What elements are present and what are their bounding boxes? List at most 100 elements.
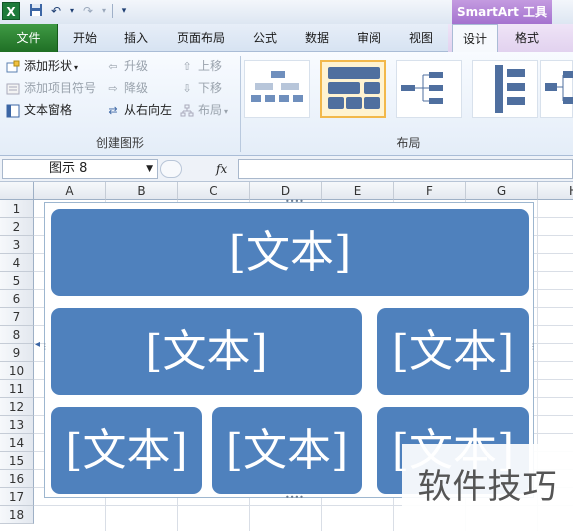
tab-review[interactable]: 审阅 <box>346 24 392 52</box>
tab-format[interactable]: 格式 <box>504 24 550 52</box>
row-header[interactable]: 9 <box>0 344 34 362</box>
row-header[interactable]: 11 <box>0 380 34 398</box>
promote-button[interactable]: ⇦ 升级 <box>106 56 148 76</box>
ribbon-tabs: 文件 开始 插入 页面布局 公式 数据 审阅 视图 设计 格式 <box>0 24 573 53</box>
text-pane-label: 文本窗格 <box>24 103 73 117</box>
resize-handle-bottom[interactable]: •••• <box>285 494 304 502</box>
add-bullet-button[interactable]: 添加项目符号 <box>6 78 96 98</box>
layout-thumbnail[interactable] <box>244 60 310 118</box>
layout-thumbnail[interactable] <box>472 60 538 118</box>
resize-handle-left[interactable]: ⋮ <box>41 343 49 351</box>
swap-icon: ⇄ <box>108 103 118 117</box>
text-pane-toggle-icon[interactable]: ◂ <box>35 340 40 350</box>
row-header[interactable]: 13 <box>0 416 34 434</box>
row-header[interactable]: 7 <box>0 308 34 326</box>
row-header[interactable]: 15 <box>0 452 34 470</box>
group-separator <box>240 56 241 152</box>
smartart-box-middle-left[interactable]: [文本] <box>51 308 362 395</box>
promote-label: 升级 <box>124 59 149 73</box>
layout-label: 布局 <box>198 103 223 117</box>
demote-label: 降级 <box>124 81 149 95</box>
tab-data[interactable]: 数据 <box>294 24 340 52</box>
formula-expand-handle[interactable] <box>160 160 182 178</box>
undo-icon[interactable]: ↶ <box>48 3 64 19</box>
customize-icon[interactable]: ▾ <box>116 3 132 19</box>
row-header[interactable]: 4 <box>0 254 34 272</box>
chevron-down-icon[interactable]: ▼ <box>146 160 153 178</box>
layout-thumbnail[interactable] <box>396 60 462 118</box>
row-header[interactable]: 16 <box>0 470 34 488</box>
row-header[interactable]: 1 <box>0 200 34 218</box>
text-pane-icon <box>6 104 20 118</box>
layout-button[interactable]: 布局 ▾ <box>180 100 228 120</box>
column-header[interactable]: C <box>178 182 250 200</box>
smartart-box-middle-right[interactable]: [文本] <box>377 308 529 395</box>
column-header[interactable]: H <box>538 182 573 200</box>
add-bullet-label: 添加项目符号 <box>24 81 97 95</box>
add-bullet-icon <box>6 82 20 96</box>
layout-thumbnail-selected[interactable] <box>320 60 386 118</box>
smartart-box-bottom-middle[interactable]: [文本] <box>212 407 362 494</box>
move-up-button[interactable]: ⇧ 上移 <box>180 56 222 76</box>
add-shape-icon <box>6 60 20 74</box>
undo-dropdown-icon[interactable]: ▾ <box>64 3 80 19</box>
column-header[interactable]: F <box>394 182 466 200</box>
qat-separator <box>112 4 113 18</box>
column-header[interactable]: G <box>466 182 538 200</box>
tab-formulas[interactable]: 公式 <box>242 24 288 52</box>
row-header[interactable]: 5 <box>0 272 34 290</box>
tab-home[interactable]: 开始 <box>62 24 108 52</box>
tab-insert[interactable]: 插入 <box>112 24 160 52</box>
text-pane-button[interactable]: 文本窗格 <box>6 100 72 120</box>
redo-dropdown-icon[interactable]: ▾ <box>96 3 112 19</box>
save-icon[interactable] <box>28 3 44 19</box>
resize-handle-right[interactable]: ⋮ <box>529 343 537 351</box>
tab-file[interactable]: 文件 <box>0 24 58 52</box>
formula-bar: 图示 8 ▼ fx <box>0 156 573 182</box>
layout-thumbnail[interactable] <box>540 60 573 118</box>
add-shape-button[interactable]: 添加形状 ▾ <box>6 56 78 76</box>
layouts-gallery <box>244 60 573 128</box>
chevron-down-icon: ▾ <box>74 63 79 72</box>
excel-logo[interactable]: X <box>2 2 20 20</box>
select-all-corner[interactable] <box>0 182 34 200</box>
chevron-down-icon: ▾ <box>224 107 229 116</box>
row-header[interactable]: 3 <box>0 236 34 254</box>
formula-input[interactable] <box>238 159 573 179</box>
smartart-box-bottom-left[interactable]: [文本] <box>51 407 202 494</box>
column-header[interactable]: E <box>322 182 394 200</box>
org-chart-icon <box>180 104 194 118</box>
add-shape-label: 添加形状 <box>24 59 73 73</box>
arrow-left-icon: ⇦ <box>108 59 118 73</box>
row-header[interactable]: 10 <box>0 362 34 380</box>
move-down-label: 下移 <box>198 81 223 95</box>
resize-handle-top[interactable]: •••• <box>285 198 304 206</box>
tab-view[interactable]: 视图 <box>398 24 444 52</box>
tab-page-layout[interactable]: 页面布局 <box>166 24 236 52</box>
redo-icon[interactable]: ↷ <box>80 3 96 19</box>
name-box-value: 图示 8 <box>49 161 88 176</box>
arrow-up-icon: ⇧ <box>182 59 192 73</box>
demote-button[interactable]: ⇨ 降级 <box>106 78 148 98</box>
row-header[interactable]: 18 <box>0 506 34 524</box>
fx-icon[interactable]: fx <box>216 159 227 179</box>
arrow-right-icon: ⇨ <box>108 81 118 95</box>
column-header[interactable]: A <box>34 182 106 200</box>
ribbon-body: 添加形状 ▾ 添加项目符号 文本窗格 ⇦ 升级 ⇨ 降级 ⇄ 从右向左 ⇧ 上移 ⇩ 下移 … <box>0 52 573 156</box>
row-header[interactable]: 12 <box>0 398 34 416</box>
row-header[interactable]: 17 <box>0 488 34 506</box>
row-header[interactable]: 6 <box>0 290 34 308</box>
tab-design[interactable]: 设计 <box>452 24 498 53</box>
row-header[interactable]: 2 <box>0 218 34 236</box>
watermark: 软件技巧 <box>402 444 573 531</box>
column-header[interactable]: B <box>106 182 178 200</box>
right-to-left-label: 从右向左 <box>124 103 173 117</box>
name-box[interactable]: 图示 8 ▼ <box>2 159 158 179</box>
smartart-box-top[interactable]: [文本] <box>51 209 529 296</box>
row-header[interactable]: 8 <box>0 326 34 344</box>
right-to-left-button[interactable]: ⇄ 从右向左 <box>106 100 172 120</box>
move-up-label: 上移 <box>198 59 223 73</box>
group-label-create-graphic: 创建图形 <box>95 136 144 150</box>
move-down-button[interactable]: ⇩ 下移 <box>180 78 222 98</box>
row-header[interactable]: 14 <box>0 434 34 452</box>
